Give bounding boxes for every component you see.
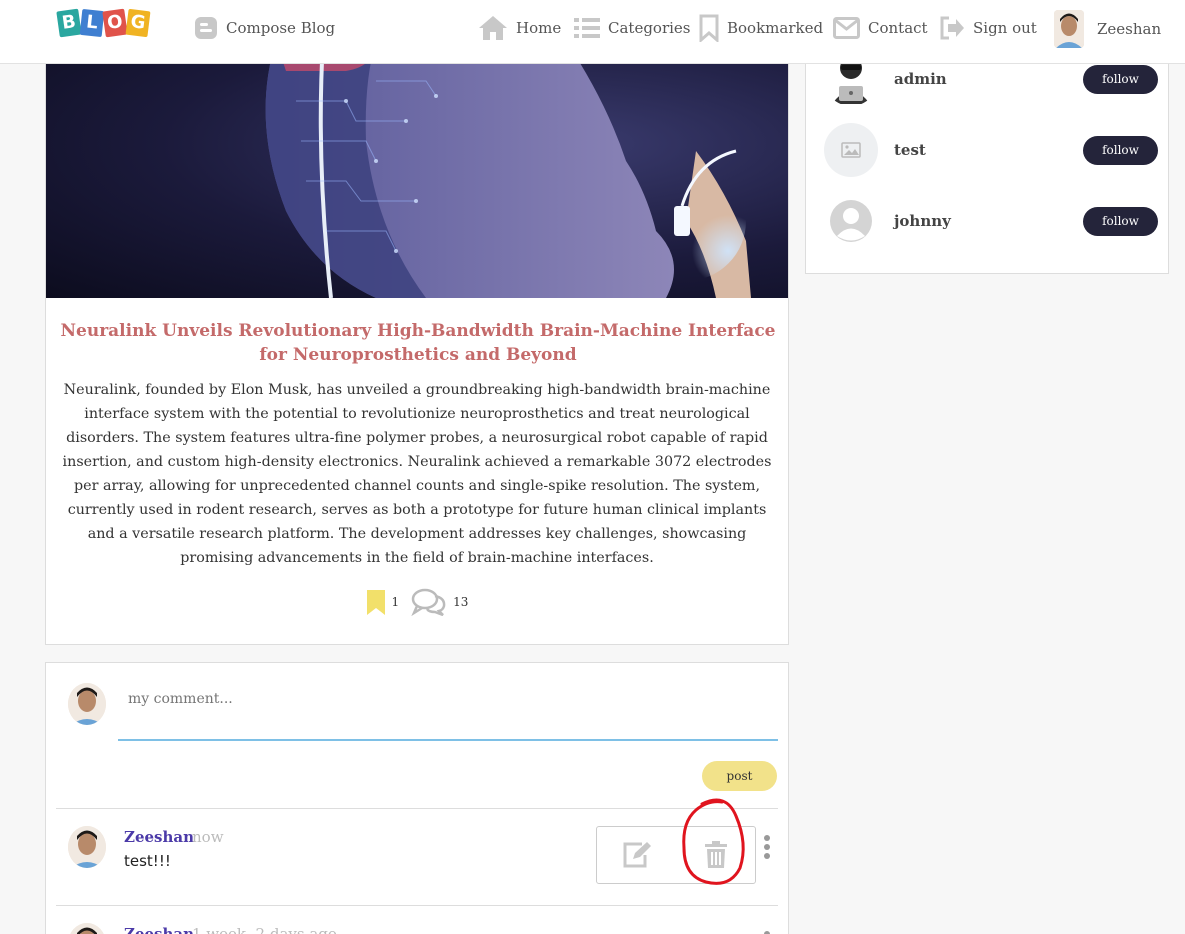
divider (56, 905, 778, 906)
nav-categories[interactable]: Categories (574, 14, 691, 42)
comment-avatar[interactable] (68, 923, 106, 934)
blog-logo[interactable]: B L O G (56, 8, 151, 46)
logo-letter: L (79, 8, 105, 38)
home-icon (479, 16, 507, 40)
user-name[interactable]: test (894, 141, 1083, 159)
navbar: B L O G Compose Blog Home Categories Boo… (0, 0, 1185, 64)
blogger-icon (195, 17, 217, 39)
comment-text: test!!! (124, 852, 171, 870)
nav-contact[interactable]: Contact (833, 14, 928, 42)
default-user-avatar[interactable] (824, 194, 878, 248)
nav-home-label: Home (516, 19, 562, 37)
user-row: test follow (824, 122, 1158, 178)
nav-contact-label: Contact (868, 19, 928, 37)
post-body: Neuralink, founded by Elon Musk, has unv… (62, 382, 772, 566)
comment-author[interactable]: Zeeshan (124, 828, 194, 846)
nav-compose-blog[interactable]: Compose Blog (194, 14, 335, 42)
nav-user-profile[interactable]: Zeeshan (1054, 10, 1161, 48)
post-comment-button[interactable]: post (702, 761, 777, 791)
logo-letter: B (56, 8, 82, 38)
bookmark-icon (699, 14, 719, 42)
follow-button[interactable]: follow (1083, 64, 1158, 94)
follow-button[interactable]: follow (1083, 135, 1158, 165)
image-placeholder-avatar[interactable] (824, 123, 878, 177)
comment-author[interactable]: Zeeshan (124, 925, 194, 934)
comment-input[interactable] (118, 683, 778, 741)
nav-compose-label: Compose Blog (226, 19, 336, 37)
user-row: johnny follow (824, 193, 1158, 249)
user-name[interactable]: johnny (894, 212, 1083, 230)
comment-time: now (192, 828, 224, 846)
comment-options-icon[interactable] (764, 835, 770, 859)
image-icon (841, 142, 861, 158)
comment-time: 1 week, 2 days ago (192, 925, 337, 934)
divider (56, 808, 778, 809)
follow-button[interactable]: follow (1083, 206, 1158, 236)
list-icon (574, 18, 600, 38)
bookmark-count: 1 (391, 595, 400, 609)
post-card: Neuralink Unveils Revolutionary High-Ban… (45, 40, 789, 645)
nav-signout-label: Sign out (973, 19, 1037, 37)
comment-count: 13 (453, 595, 469, 609)
my-avatar (68, 683, 106, 725)
logo-letter: G (125, 8, 151, 38)
envelope-icon (833, 17, 860, 39)
user-name[interactable]: admin (894, 70, 1083, 88)
nav-categories-label: Categories (608, 19, 691, 37)
signout-icon (940, 16, 964, 40)
post-hero-image (46, 41, 788, 298)
post-title[interactable]: Neuralink Unveils Revolutionary High-Ban… (58, 319, 778, 367)
post-stats: 1 13 (46, 588, 788, 616)
suggested-users-card: admin follow test follow johnny follow (805, 40, 1169, 274)
nav-bookmarked[interactable]: Bookmarked (699, 14, 823, 42)
logo-letter: O (102, 8, 128, 38)
comments-icon[interactable] (411, 588, 447, 616)
nav-bookmarked-label: Bookmarked (727, 19, 824, 37)
nav-home[interactable]: Home (478, 14, 561, 42)
bookmark-filled-icon[interactable] (366, 589, 386, 616)
comment-avatar[interactable] (68, 826, 106, 868)
nav-user-name: Zeeshan (1097, 20, 1162, 38)
nav-signout[interactable]: Sign out (939, 14, 1037, 42)
annotation-circle (682, 798, 745, 885)
edit-icon[interactable] (622, 841, 652, 869)
user-avatar (1054, 10, 1084, 48)
